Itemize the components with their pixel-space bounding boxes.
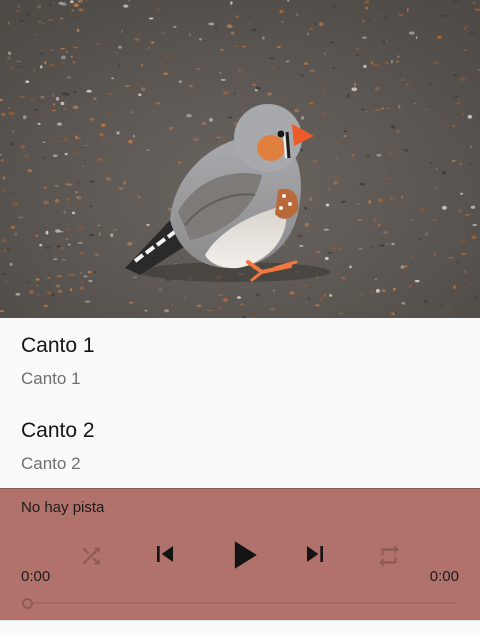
track-list: Canto 1 Canto 1 Canto 2 Canto 2 [0, 318, 480, 488]
previous-button[interactable] [148, 537, 182, 571]
next-button[interactable] [298, 537, 332, 571]
audio-player: No hay pista 0:00 0:00 [0, 488, 480, 620]
total-time: 0:00 [429, 568, 459, 585]
track-subtitle: Canto 2 [21, 454, 81, 473]
seek-track [30, 602, 456, 604]
track-title: Canto 1 [21, 334, 95, 357]
repeat-icon [379, 545, 399, 567]
elapsed-time: 0:00 [21, 568, 51, 585]
skip-previous-icon [157, 546, 173, 562]
seek-bar[interactable] [22, 597, 456, 609]
now-playing-label: No hay pista [21, 499, 105, 516]
hero-image [0, 0, 480, 318]
track-subtitle: Canto 1 [21, 369, 81, 388]
track-item[interactable]: Canto 1 Canto 1 [0, 318, 480, 403]
track-item[interactable]: Canto 2 Canto 2 [0, 403, 480, 488]
play-icon [234, 541, 257, 569]
zebra-finch-photo [0, 0, 480, 318]
play-button[interactable] [222, 533, 266, 577]
bottom-edge [0, 620, 480, 636]
track-title: Canto 2 [21, 419, 95, 442]
repeat-button[interactable] [374, 541, 404, 571]
seek-thumb[interactable] [22, 598, 33, 609]
shuffle-button[interactable] [76, 541, 106, 571]
shuffle-icon [82, 547, 100, 565]
skip-next-icon [307, 546, 323, 562]
